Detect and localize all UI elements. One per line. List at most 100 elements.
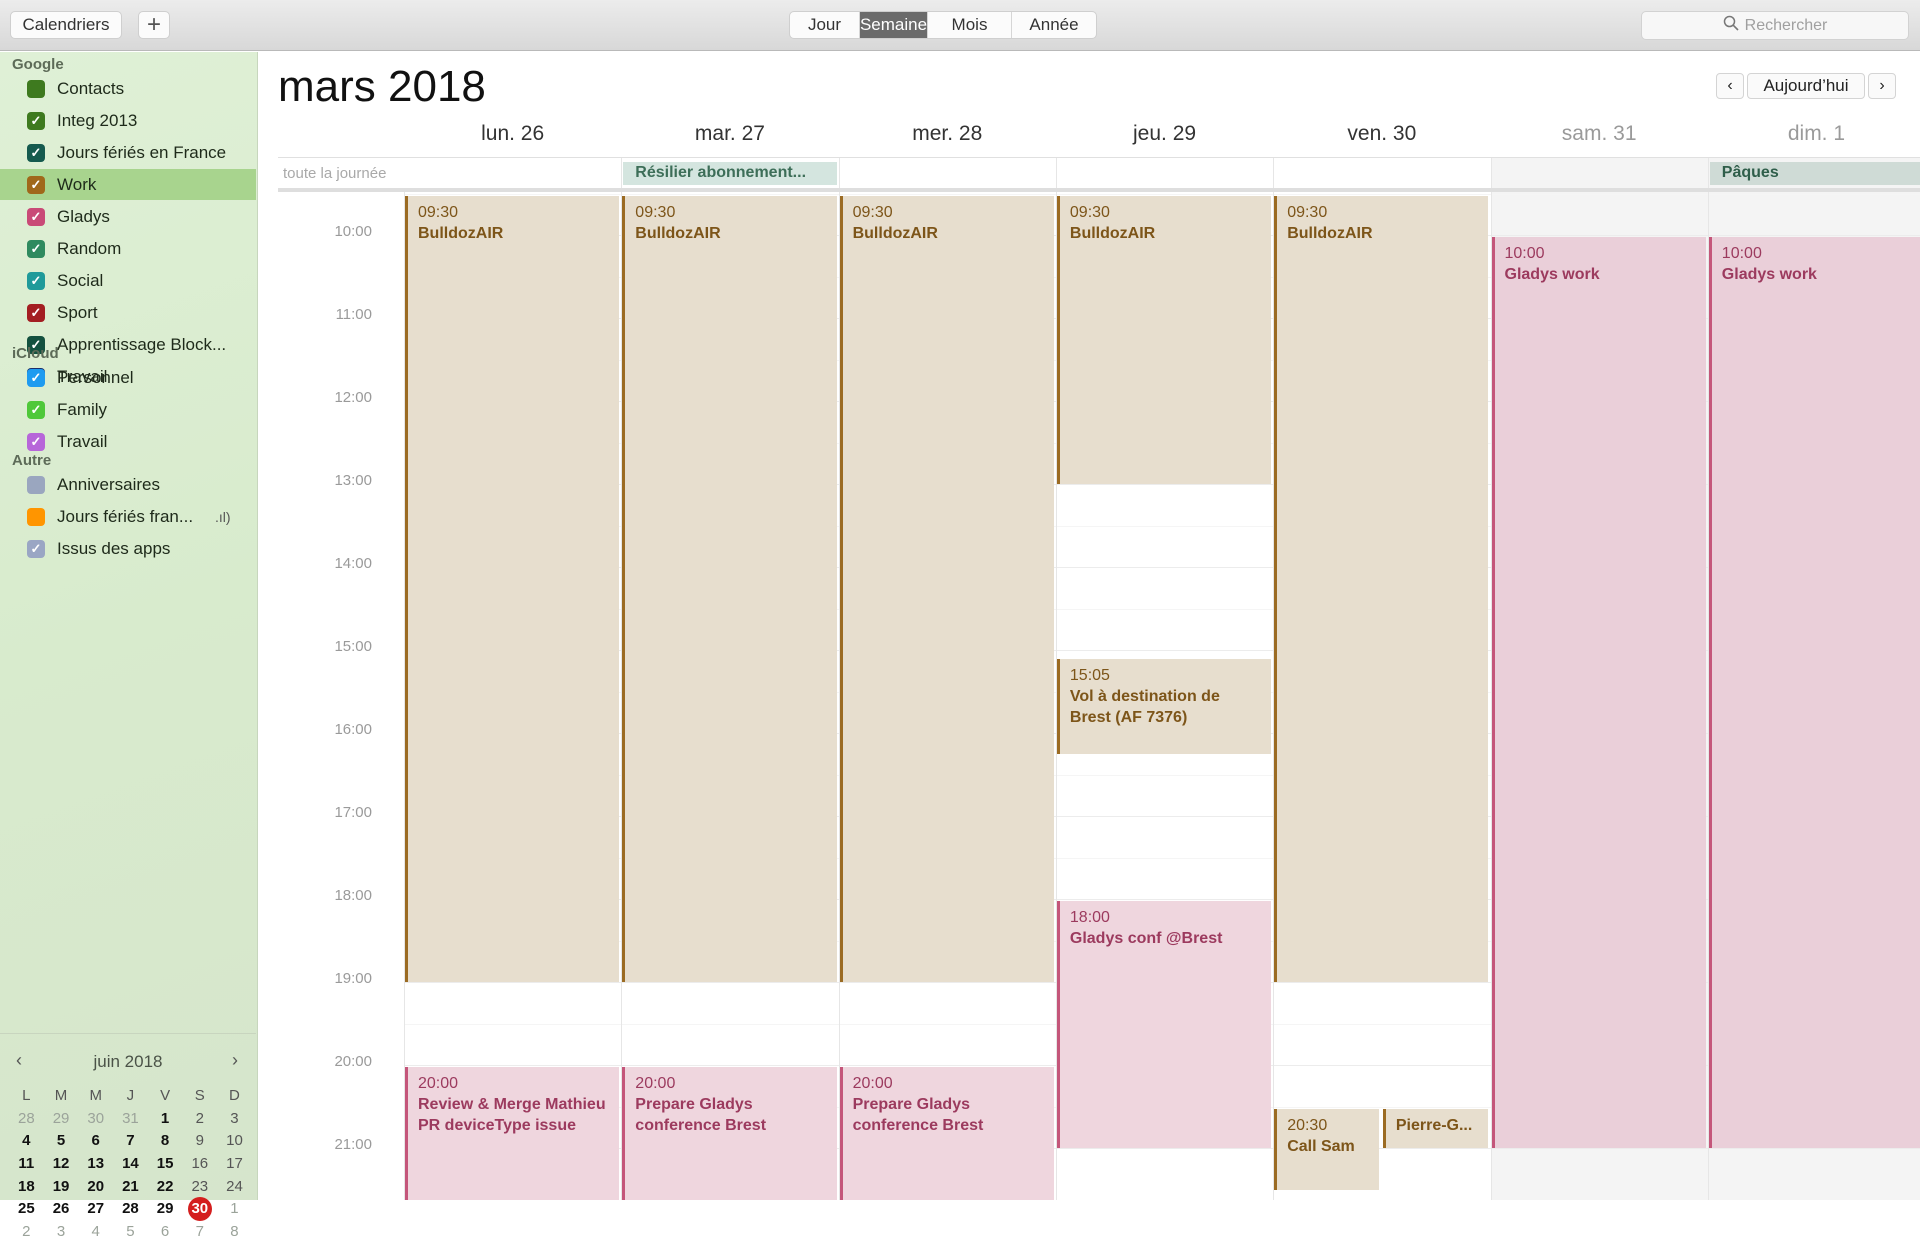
calendar-event[interactable]: 20:00 Prepare Gladys conference Brest <box>839 1067 1054 1200</box>
mini-day[interactable]: 20 <box>78 1175 113 1198</box>
checkbox-checked-icon[interactable]: ✓ <box>27 143 45 162</box>
mini-day[interactable]: 1 <box>148 1107 183 1130</box>
previous-week-button[interactable]: ‹ <box>1716 73 1744 99</box>
mini-next-month-button[interactable]: › <box>232 1050 238 1071</box>
calendar-item[interactable]: ✓ Jours fériés en France <box>0 137 256 168</box>
mini-day[interactable]: 10 <box>217 1129 252 1152</box>
mini-day[interactable]: 6 <box>148 1220 183 1243</box>
mini-day[interactable]: 4 <box>78 1220 113 1243</box>
calendar-item[interactable]: ✓ Random <box>0 233 256 264</box>
checkbox-checked-icon[interactable]: ✓ <box>27 368 45 387</box>
calendar-event[interactable]: Pierre-G... <box>1382 1108 1489 1148</box>
day-header[interactable]: mer. 28 <box>839 122 1056 146</box>
calendar-item[interactable]: Contacts <box>0 73 256 104</box>
checkbox-checked-icon[interactable]: ✓ <box>27 400 45 419</box>
checkbox-unchecked-icon[interactable] <box>27 507 45 526</box>
mini-day[interactable]: 13 <box>78 1152 113 1175</box>
calendar-item[interactable]: ✓ Issus des apps <box>0 533 256 564</box>
mini-day[interactable]: 8 <box>217 1220 252 1243</box>
mini-day[interactable]: 29 <box>44 1107 79 1130</box>
calendar-item[interactable]: ✓ Personnel <box>0 362 256 393</box>
mini-day[interactable]: 7 <box>182 1220 217 1243</box>
mini-day[interactable]: 7 <box>113 1129 148 1152</box>
mini-day[interactable]: 23 <box>182 1175 217 1198</box>
calendar-event[interactable]: 09:30 BulldozAIR <box>839 195 1054 982</box>
mini-day[interactable]: 22 <box>148 1175 183 1198</box>
calendar-event[interactable]: 09:30 BulldozAIR <box>622 195 837 982</box>
mini-day[interactable]: 25 <box>9 1197 44 1220</box>
mini-day[interactable]: 17 <box>217 1152 252 1175</box>
all-day-event[interactable]: Pâques <box>1709 162 1920 185</box>
checkbox-checked-icon[interactable]: ✓ <box>27 111 45 130</box>
checkbox-checked-icon[interactable]: ✓ <box>27 207 45 226</box>
checkbox-checked-icon[interactable]: ✓ <box>27 175 45 194</box>
mini-day[interactable]: 26 <box>44 1197 79 1220</box>
mini-day-today[interactable]: 30 <box>182 1196 217 1221</box>
search-field[interactable]: Rechercher <box>1641 11 1909 40</box>
calendar-event[interactable]: 20:30 Call Sam <box>1274 1108 1379 1190</box>
view-tab-month[interactable]: Mois <box>928 12 1012 38</box>
mini-day[interactable]: 30 <box>78 1107 113 1130</box>
mini-day[interactable]: 14 <box>113 1152 148 1175</box>
all-day-event[interactable]: Résilier abonnement... <box>623 162 837 185</box>
checkbox-unchecked-icon[interactable] <box>27 79 45 98</box>
checkbox-checked-icon[interactable]: ✓ <box>27 271 45 290</box>
calendar-item[interactable]: ✓ Work <box>0 169 256 200</box>
add-event-button[interactable]: + <box>138 11 170 39</box>
calendar-item[interactable]: ✓ Sport <box>0 297 256 328</box>
mini-day[interactable]: 3 <box>44 1220 79 1243</box>
checkbox-checked-icon[interactable]: ✓ <box>27 239 45 258</box>
checkbox-checked-icon[interactable]: ✓ <box>27 303 45 322</box>
mini-day[interactable]: 29 <box>148 1197 183 1220</box>
calendar-event[interactable]: 09:30 BulldozAIR <box>405 195 620 982</box>
calendar-item[interactable]: ✓ Integ 2013 <box>0 105 256 136</box>
mini-day[interactable]: 2 <box>182 1107 217 1130</box>
today-button[interactable]: Aujourd’hui <box>1747 73 1865 99</box>
calendar-event[interactable]: 20:00 Prepare Gladys conference Brest <box>622 1067 837 1200</box>
mini-day[interactable]: 5 <box>113 1220 148 1243</box>
calendar-event[interactable]: 18:00 Gladys conf @Brest <box>1056 901 1272 1148</box>
calendar-event[interactable]: 09:30 BulldozAIR <box>1274 195 1489 982</box>
mini-day[interactable]: 21 <box>113 1175 148 1198</box>
next-week-button[interactable]: › <box>1868 73 1896 99</box>
mini-day[interactable]: 31 <box>113 1107 148 1130</box>
view-tab-year[interactable]: Année <box>1012 12 1096 38</box>
calendar-event[interactable]: 10:00 Gladys work <box>1491 237 1706 1148</box>
calendar-item[interactable]: ✓ Gladys <box>0 201 256 232</box>
mini-day[interactable]: 1 <box>217 1197 252 1220</box>
mini-day[interactable]: 19 <box>44 1175 79 1198</box>
checkbox-checked-icon[interactable]: ✓ <box>27 432 45 451</box>
calendar-event[interactable]: 15:05 Vol à destination de Brest (AF 7376… <box>1056 658 1272 754</box>
calendar-event[interactable]: 10:00 Gladys work <box>1708 237 1920 1148</box>
calendar-event[interactable]: 20:00 Review & Merge Mathieu PR deviceTyp… <box>405 1067 620 1200</box>
mini-day[interactable]: 16 <box>182 1152 217 1175</box>
mini-day[interactable]: 28 <box>113 1197 148 1220</box>
mini-day[interactable]: 8 <box>148 1129 183 1152</box>
mini-day[interactable]: 6 <box>78 1129 113 1152</box>
view-tab-day[interactable]: Jour <box>790 12 860 38</box>
mini-day[interactable]: 5 <box>44 1129 79 1152</box>
mini-day[interactable]: 15 <box>148 1152 183 1175</box>
mini-day[interactable]: 9 <box>182 1129 217 1152</box>
mini-day[interactable]: 3 <box>217 1107 252 1130</box>
calendar-item[interactable]: ✓ Social <box>0 265 256 296</box>
day-header[interactable]: jeu. 29 <box>1056 122 1273 146</box>
mini-day[interactable]: 12 <box>44 1152 79 1175</box>
calendars-button[interactable]: Calendriers <box>10 11 122 39</box>
calendar-item[interactable]: ✓ Family <box>0 394 256 425</box>
day-header[interactable]: ven. 30 <box>1273 122 1490 146</box>
day-header[interactable]: mar. 27 <box>621 122 838 146</box>
mini-day[interactable]: 2 <box>9 1220 44 1243</box>
day-header[interactable]: sam. 31 <box>1491 122 1708 146</box>
mini-day[interactable]: 18 <box>9 1175 44 1198</box>
mini-day[interactable]: 27 <box>78 1197 113 1220</box>
checkbox-unchecked-icon[interactable] <box>27 475 45 494</box>
checkbox-checked-icon[interactable]: ✓ <box>27 539 45 558</box>
calendar-item[interactable]: Anniversaires <box>0 469 256 500</box>
mini-day[interactable]: 28 <box>9 1107 44 1130</box>
mini-day[interactable]: 24 <box>217 1175 252 1198</box>
calendar-event[interactable]: 09:30 BulldozAIR <box>1056 195 1272 484</box>
mini-day[interactable]: 4 <box>9 1129 44 1152</box>
day-header[interactable]: dim. 1 <box>1708 122 1920 146</box>
view-tab-week[interactable]: Semaine <box>860 12 928 38</box>
